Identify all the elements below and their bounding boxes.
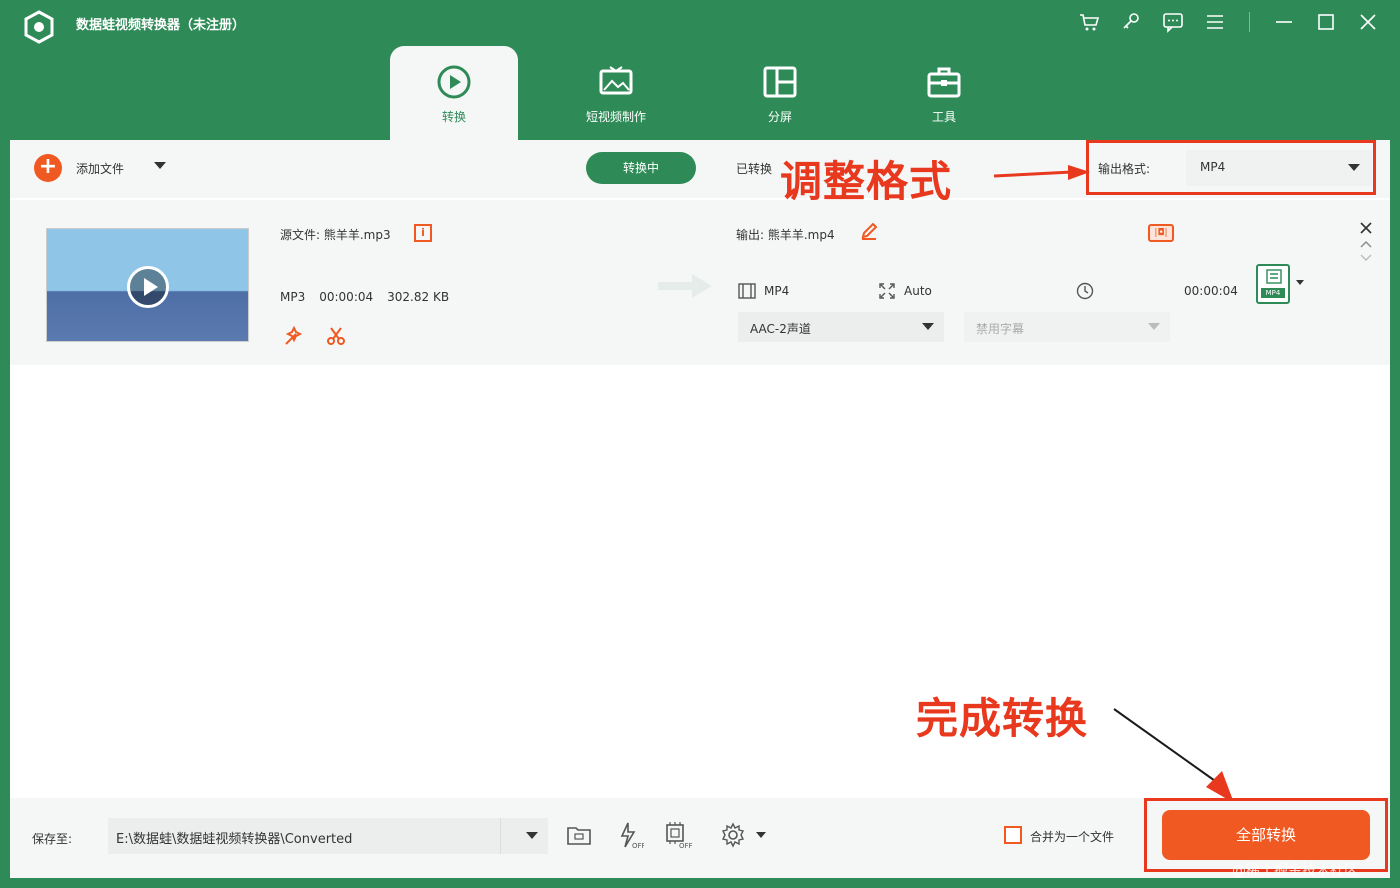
subtitle-value: 禁用字幕 [976, 322, 1025, 336]
format-tag: MP4 [1261, 288, 1285, 298]
source-meta: MP3 00:00:04 302.82 KB [280, 290, 449, 304]
subtitle-select[interactable]: 禁用字幕 [964, 312, 1170, 342]
output-properties: MP4 Auto 00:00:04 [738, 282, 1238, 300]
chevron-up-icon[interactable] [1358, 238, 1374, 250]
output-format-value: MP4 [1200, 160, 1226, 174]
merge-checkbox[interactable] [1004, 826, 1022, 844]
annotation-arrow-icon [1113, 708, 1234, 803]
file-row: 源文件: 熊羊羊.mp3 i MP3 00:00:04 302.82 KB 输出… [10, 200, 1390, 365]
output-format-prop: MP4 [738, 283, 878, 299]
resolution-icon [879, 283, 895, 299]
close-icon[interactable] [1356, 10, 1380, 34]
svg-text:OFF: OFF [632, 842, 644, 850]
feedback-icon[interactable] [1161, 10, 1185, 34]
tab-tools[interactable]: 工具 [880, 46, 1008, 140]
output-resolution-text: Auto [904, 284, 932, 298]
short-video-icon [599, 65, 633, 94]
chevron-down-icon[interactable] [526, 832, 538, 839]
output-duration-text: 00:00:04 [1184, 284, 1238, 298]
svg-text:OFF: OFF [679, 842, 692, 850]
edit-tools [282, 324, 348, 348]
tab-tools-label: 工具 [931, 109, 956, 124]
tab-convert-label: 转换 [441, 109, 466, 124]
output-format-select[interactable]: MP4 [1186, 150, 1372, 186]
cut-icon[interactable] [324, 324, 348, 348]
arrow-right-icon [658, 274, 712, 298]
source-file-name: 源文件: 熊羊羊.mp3 [280, 228, 391, 242]
maximize-icon[interactable] [1314, 10, 1338, 34]
film-icon [738, 283, 756, 299]
title-bar-controls [1077, 10, 1380, 34]
toolbox-icon [927, 67, 961, 97]
settings-icon[interactable] [718, 820, 748, 850]
hardware-accel-off-icon[interactable]: OFF [614, 820, 644, 850]
app-title: 数据蛙视频转换器（未注册） [76, 18, 246, 33]
remove-icon[interactable] [1358, 220, 1374, 236]
convert-all-button[interactable]: 全部转换 [1162, 810, 1370, 860]
save-to-label: 保存至: [32, 832, 73, 846]
bottom-bar: 保存至: E:\数据蛙\数据蛙视频转换器\Converted OFF OFF 合… [10, 798, 1390, 878]
source-size: 302.82 KB [387, 290, 450, 304]
tab-split-screen[interactable]: 分屏 [716, 46, 844, 140]
info-icon[interactable]: i [414, 224, 432, 242]
source-format: MP3 [280, 290, 306, 304]
document-icon [1266, 269, 1282, 284]
video-thumbnail[interactable] [46, 228, 249, 342]
converting-tab-button[interactable]: 转换中 [586, 152, 696, 184]
gpu-off-icon[interactable]: OFF [662, 820, 692, 850]
add-file-button[interactable]: + [34, 154, 62, 182]
converted-tab[interactable]: 已转换 [736, 160, 772, 177]
add-file-dropdown-icon[interactable] [154, 162, 166, 169]
minimize-icon[interactable] [1272, 10, 1296, 34]
save-path-select[interactable]: E:\数据蛙\数据蛙视频转换器\Converted [108, 818, 548, 854]
cart-icon[interactable] [1077, 10, 1101, 34]
output-format-text: MP4 [764, 284, 790, 298]
open-folder-icon[interactable] [564, 820, 594, 850]
output-duration-prop [1076, 282, 1184, 300]
title-bar: 数据蛙视频转换器（未注册） [0, 0, 1400, 140]
enhance-icon[interactable] [282, 324, 306, 348]
tab-short-video-label: 短视频制作 [585, 109, 646, 124]
clock-icon [1076, 282, 1094, 300]
save-path-value: E:\数据蛙\数据蛙视频转换器\Converted [116, 832, 353, 847]
edit-name-icon[interactable] [860, 222, 878, 240]
format-dropdown-icon[interactable] [1296, 280, 1304, 285]
chevron-down-icon [1348, 164, 1360, 171]
settings-dropdown-icon[interactable] [756, 832, 766, 838]
chevron-down-icon[interactable] [1358, 252, 1374, 264]
toolbar: + 添加文件 转换中 已转换 调整格式 输出格式: MP4 [10, 140, 1390, 206]
audio-track-select[interactable]: AAC-2声道 [738, 312, 944, 342]
title-bar-divider [1249, 12, 1250, 32]
output-resolution-prop: Auto [878, 282, 1076, 300]
tab-split-screen-label: 分屏 [767, 109, 792, 124]
play-icon[interactable] [127, 266, 169, 308]
source-duration: 00:00:04 [319, 290, 374, 304]
output-file-name: 输出: 熊羊羊.mp4 [736, 228, 835, 242]
annotation-complete-convert: 完成转换 [916, 694, 1089, 743]
convert-icon [437, 65, 471, 98]
output-format-label: 输出格式: [1098, 162, 1151, 176]
compress-icon[interactable]: |◘| [1148, 224, 1174, 242]
annotation-arrow-icon [993, 165, 1090, 180]
menu-icon[interactable] [1203, 10, 1227, 34]
format-settings-icon[interactable]: MP4 [1256, 264, 1290, 304]
main-panel: + 添加文件 转换中 已转换 调整格式 输出格式: MP4 源文件: 熊羊羊.m… [10, 140, 1390, 878]
split-screen-icon [763, 66, 797, 97]
tab-convert[interactable]: 转换 [390, 46, 518, 140]
add-file-label[interactable]: 添加文件 [76, 160, 124, 177]
merge-label[interactable]: 合并为一个文件 [1030, 828, 1114, 845]
tab-short-video[interactable]: 短视频制作 [552, 46, 680, 140]
chevron-down-icon [922, 323, 934, 330]
key-icon[interactable] [1119, 10, 1143, 34]
row-controls [1358, 220, 1374, 264]
app-logo-icon [24, 10, 54, 44]
chevron-down-icon [1148, 323, 1160, 330]
watermark: @稀土掘金技术社区 [1232, 863, 1358, 879]
path-divider [500, 818, 501, 854]
audio-track-value: AAC-2声道 [750, 322, 811, 336]
